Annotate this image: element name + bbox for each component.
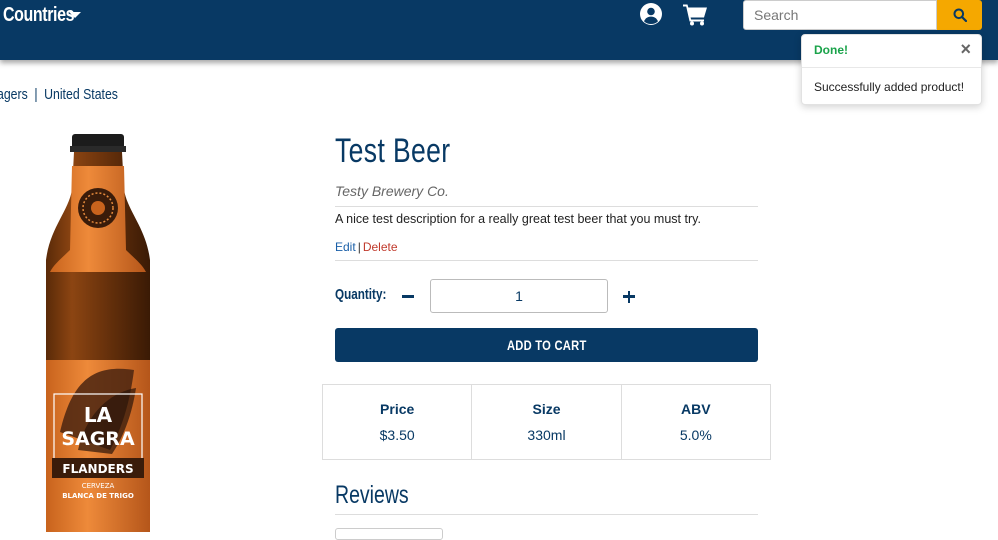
divider <box>335 206 758 207</box>
edit-link[interactable]: Edit <box>335 240 356 254</box>
add-to-cart-button[interactable]: ADD TO CART <box>335 328 758 362</box>
search-icon <box>953 8 967 22</box>
countries-dropdown[interactable]: Countries <box>3 3 81 27</box>
breadcrumb-separator: | <box>34 86 38 103</box>
search-button[interactable] <box>937 0 982 30</box>
divider <box>335 514 758 515</box>
stat-label: Size <box>532 401 561 417</box>
action-separator: | <box>357 240 361 254</box>
stat-label: Price <box>380 401 415 417</box>
label-art-line1: LA <box>84 403 113 427</box>
search-input[interactable] <box>743 0 937 30</box>
minus-icon[interactable] <box>400 287 416 305</box>
quantity-label: Quantity: <box>335 286 387 303</box>
toast-title: Done! <box>814 43 848 57</box>
stat-value: $3.50 <box>379 427 415 443</box>
add-to-cart-label: ADD TO CART <box>506 337 587 353</box>
close-icon[interactable]: × <box>960 39 971 59</box>
stat-abv: ABV 5.0% <box>620 384 771 460</box>
shopping-cart-icon[interactable] <box>682 2 708 31</box>
product-title: Test Beer <box>335 132 451 170</box>
breadcrumb-item-country[interactable]: United States <box>44 86 118 103</box>
search-bar <box>743 0 982 30</box>
stat-value: 5.0% <box>679 427 712 443</box>
product-brewery[interactable]: Testy Brewery Co. <box>335 183 449 199</box>
product-actions: Edit | Delete <box>335 240 398 254</box>
quantity-input[interactable] <box>430 279 608 313</box>
plus-icon[interactable] <box>621 287 637 305</box>
label-art-line5: BLANCA DE TRIGO <box>62 492 134 500</box>
toast-message: Successfully added product! <box>814 80 965 94</box>
stat-size: Size 330ml <box>471 384 622 460</box>
stat-label: ABV <box>681 401 711 417</box>
product-image: LA SAGRA FLANDERS CERVEZA BLANCA DE TRIG… <box>38 132 158 537</box>
divider <box>335 260 758 261</box>
label-art-line3: FLANDERS <box>62 462 133 476</box>
label-art-line2: SAGRA <box>61 428 135 450</box>
reviews-heading: Reviews <box>335 481 409 509</box>
stat-value: 330ml <box>527 427 566 443</box>
stat-price: Price $3.50 <box>322 384 473 460</box>
delete-link[interactable]: Delete <box>363 240 398 254</box>
label-art-line4: CERVEZA <box>82 482 115 490</box>
user-circle-icon[interactable] <box>639 2 663 31</box>
countries-label: Countries <box>3 3 75 26</box>
breadcrumb: agers | United States <box>0 86 145 103</box>
product-description: A nice test description for a really gre… <box>335 212 701 226</box>
success-toast: Done! × Successfully added product! <box>801 34 982 105</box>
toast-header: Done! × <box>802 35 981 68</box>
product-stats-table: Price $3.50 Size 330ml ABV 5.0% <box>322 384 771 460</box>
breadcrumb-item-style[interactable]: agers <box>0 86 28 103</box>
